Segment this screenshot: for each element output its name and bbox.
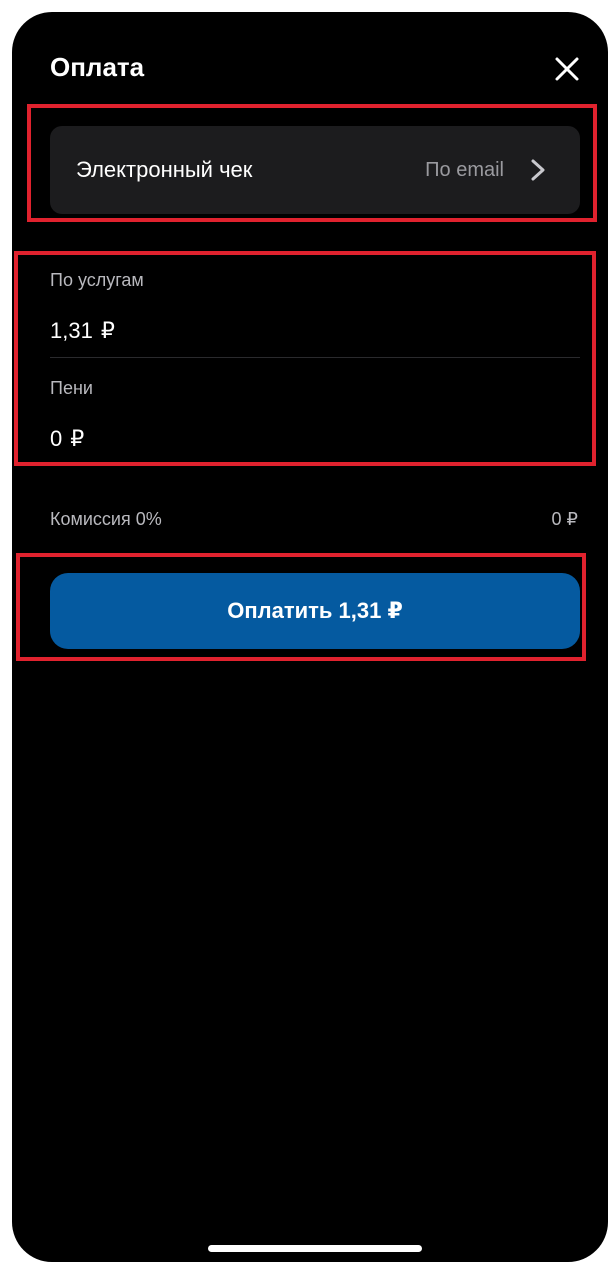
close-icon[interactable] [552,54,582,84]
highlight-box-receipt [27,104,597,222]
highlight-box-amounts [14,251,596,466]
commission-value: 0 ₽ [551,509,578,529]
highlight-box-pay-button [16,553,586,661]
commission-label: Комиссия 0% [50,509,162,529]
home-indicator [208,1245,422,1252]
page-title: Оплата [50,52,145,82]
